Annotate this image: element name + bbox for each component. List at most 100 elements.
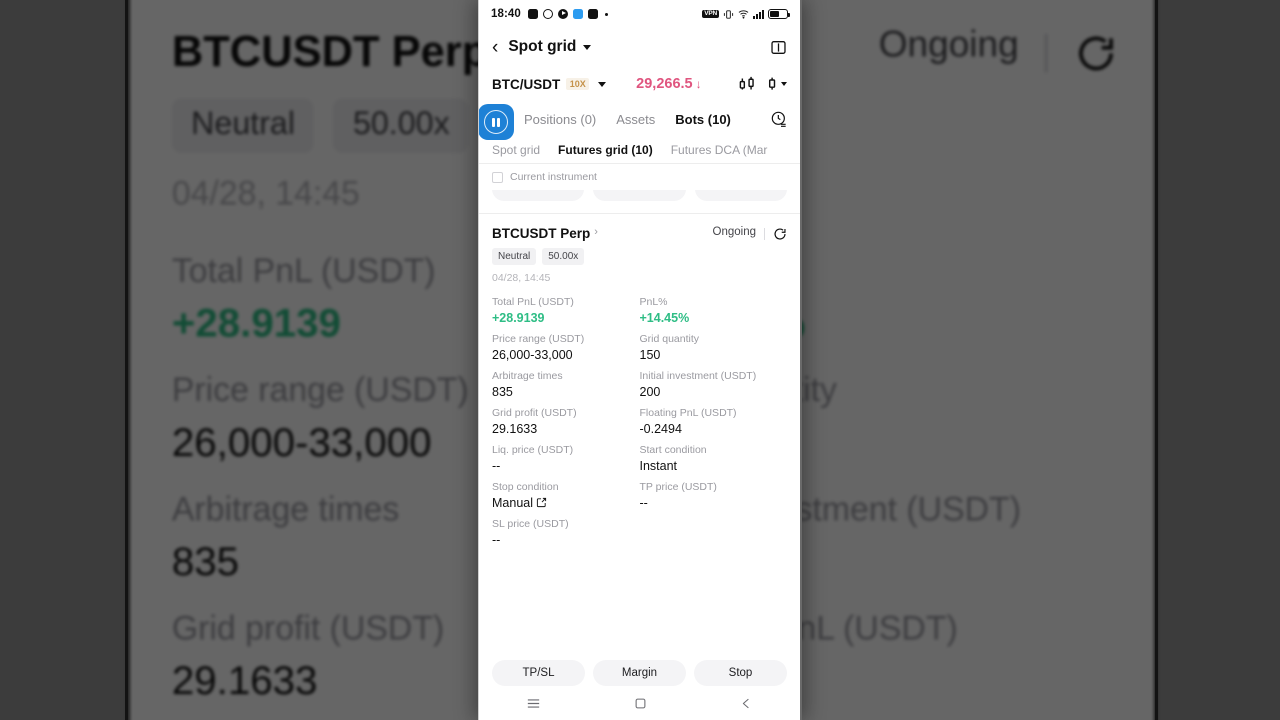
detail-cell: Grid profit (USDT) 29.1633	[492, 407, 640, 436]
tab-positions[interactable]: Positions (0)	[524, 112, 596, 127]
tab-spot-grid[interactable]: Spot grid	[492, 143, 540, 157]
detail-label: Liq. price (USDT)	[492, 444, 574, 456]
detail-cell: Total PnL (USDT) +28.9139	[492, 296, 640, 325]
current-instrument-label: Current instrument	[510, 171, 597, 183]
bot-detail-grid: Total PnL (USDT) +28.9139 PnL% +14.45% Price…	[492, 296, 787, 547]
detail-label: Total PnL (USDT)	[492, 296, 574, 308]
leverage-badge[interactable]: 10X	[566, 78, 590, 90]
tab-futures-grid[interactable]: Futures grid (10)	[558, 143, 653, 157]
blue-app-icon	[573, 9, 584, 20]
app-icon	[588, 9, 599, 20]
detail-cell: PnL% +14.45%	[640, 296, 788, 325]
phone-screen: 18:40 VPN ‹ Spot grid BTC/USDT 10X 29,26…	[478, 0, 802, 720]
detail-value: --	[639, 496, 648, 510]
bg-badge-direction: Neutral	[171, 98, 315, 154]
symbol-row: BTC/USDT 10X 29,266.5 ↓	[479, 66, 800, 102]
stop-button[interactable]: Stop	[694, 660, 787, 686]
card-title[interactable]: BTCUSDT Perp	[492, 226, 590, 241]
tab-bots[interactable]: Bots (10)	[675, 112, 731, 127]
tab-futures-dca[interactable]: Futures DCA (Mar	[671, 143, 768, 157]
order-history-icon[interactable]	[771, 111, 787, 127]
bg-status-text: Ongoing	[878, 27, 1019, 67]
battery-icon	[768, 9, 790, 19]
chevron-down-icon[interactable]	[583, 44, 592, 50]
symbol-label[interactable]: BTC/USDT	[492, 77, 560, 92]
clock-icon	[543, 9, 554, 20]
detail-value: --	[492, 459, 501, 473]
badge-leverage: 50.00x	[542, 248, 585, 265]
background-phone-right-edge	[1155, 0, 1158, 720]
detail-value: 150	[639, 348, 661, 362]
pause-icon	[484, 110, 508, 134]
tpsl-button[interactable]: TP/SL	[492, 660, 585, 686]
bg-card-title: BTCUSDT Perp	[171, 27, 489, 76]
pause-bot-button[interactable]	[479, 104, 514, 140]
candlestick-type-icon[interactable]	[765, 76, 780, 92]
detail-cell: Grid quantity 150	[640, 333, 788, 362]
detail-cell: Liq. price (USDT) --	[492, 444, 640, 473]
last-price: 29,266.5	[636, 76, 693, 92]
book-icon[interactable]	[770, 40, 787, 55]
back-icon[interactable]: ‹	[492, 38, 498, 57]
detail-value: +14.45%	[639, 311, 690, 325]
detail-label: TP price (USDT)	[639, 481, 717, 493]
menu-icon[interactable]	[525, 695, 542, 712]
detail-value: -0.2494	[639, 422, 682, 436]
wifi-icon	[738, 9, 749, 20]
detail-label: Initial investment (USDT)	[639, 370, 757, 382]
candlestick-chart-icon[interactable]	[738, 76, 757, 92]
detail-label: SL price (USDT)	[492, 518, 569, 530]
app-header: ‹ Spot grid	[479, 28, 800, 66]
detail-cell: TP price (USDT) --	[640, 481, 788, 510]
detail-label: Start condition	[639, 444, 707, 456]
detail-value: 200	[639, 385, 661, 399]
primary-tabs: Positions (0) Assets Bots (10)	[479, 102, 800, 140]
current-instrument-checkbox[interactable]	[492, 171, 503, 183]
clipped-pill[interactable]	[492, 190, 585, 201]
filter-row: Current instrument	[479, 164, 800, 190]
signal-icon	[753, 9, 764, 19]
detail-value: Manual	[492, 496, 640, 510]
detail-label: PnL%	[639, 296, 668, 308]
screen-record-icon	[528, 9, 539, 20]
background-phone-left-edge	[125, 0, 128, 720]
status-bar: 18:40 VPN	[479, 0, 800, 28]
back-triangle-icon[interactable]	[739, 696, 754, 711]
symbol-chevron-down-icon[interactable]	[598, 81, 607, 87]
detail-cell: Initial investment (USDT) 200	[640, 370, 788, 399]
tab-assets[interactable]: Assets	[616, 112, 655, 127]
detail-label: Price range (USDT)	[492, 333, 585, 345]
dot-icon	[604, 12, 608, 16]
android-navigation-bar	[479, 686, 800, 720]
chart-type-chevron-down-icon[interactable]	[781, 82, 787, 86]
clipped-pill[interactable]	[694, 190, 787, 201]
vibrate-icon	[723, 9, 734, 20]
detail-label: Stop condition	[492, 481, 559, 493]
bg-refresh-icon	[1079, 36, 1113, 71]
refresh-icon[interactable]	[773, 227, 787, 241]
bg-badge-leverage: 50.00x	[333, 98, 470, 154]
detail-label: Arbitrage times	[492, 370, 563, 382]
detail-value: Instant	[639, 459, 678, 473]
action-buttons: TP/SL Margin Stop	[479, 660, 800, 686]
detail-value: 26,000-33,000	[492, 348, 573, 362]
edit-icon[interactable]	[536, 497, 547, 508]
clipped-pill[interactable]	[593, 190, 686, 201]
detail-value: 835	[492, 385, 513, 399]
status-bar-time: 18:40	[491, 8, 521, 20]
margin-button[interactable]: Margin	[593, 660, 686, 686]
price-down-arrow-icon: ↓	[695, 77, 702, 91]
play-icon	[558, 9, 569, 20]
status-badge: Ongoing	[712, 226, 756, 238]
detail-label: Floating PnL (USDT)	[639, 407, 737, 419]
detail-cell: Stop condition Manual	[492, 481, 640, 510]
detail-label: Grid quantity	[639, 333, 700, 345]
detail-value: +28.9139	[492, 311, 545, 325]
detail-cell: Price range (USDT) 26,000-33,000	[492, 333, 640, 362]
screenshot-stage: BTCUSDT Perp › Ongoing Neutral 50.00x	[0, 0, 1280, 720]
card-date: 04/28, 14:45	[492, 272, 551, 284]
chevron-right-icon[interactable]: ›	[594, 226, 598, 238]
page-title: Spot grid	[508, 38, 577, 55]
home-square-icon[interactable]	[633, 696, 648, 711]
divider	[764, 228, 765, 240]
